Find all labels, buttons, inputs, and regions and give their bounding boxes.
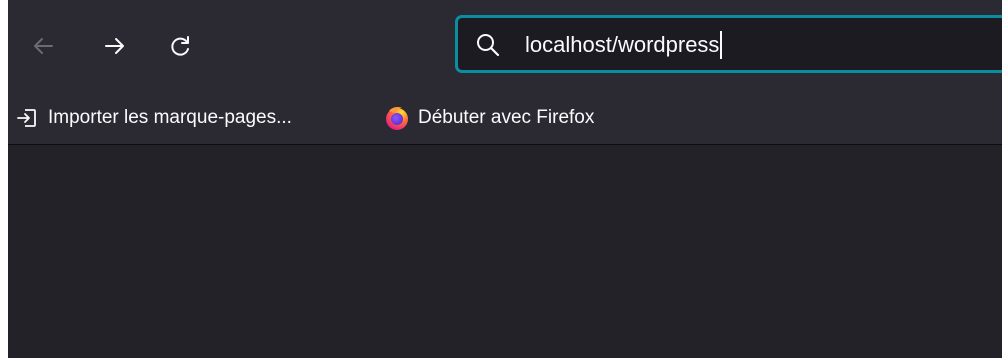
bookmark-import[interactable]: Importer les marque-pages... — [14, 104, 292, 132]
arrow-left-icon — [34, 38, 53, 54]
bookmark-firefox[interactable]: Débuter avec Firefox — [384, 104, 594, 132]
text-caret — [720, 30, 723, 59]
import-icon — [14, 105, 40, 131]
search-icon — [477, 34, 500, 57]
url-input[interactable]: localhost/wordpress — [525, 30, 723, 60]
reload-icon — [171, 36, 189, 56]
reload-button[interactable] — [160, 25, 202, 67]
page-content — [8, 145, 1002, 358]
arrow-right-icon — [105, 38, 124, 54]
bookmark-label: Débuter avec Firefox — [418, 107, 595, 128]
bookmark-label: Importer les marque-pages... — [48, 107, 292, 128]
firefox-icon — [384, 105, 410, 131]
navigation-toolbar: localhost/wordpress — [8, 0, 1002, 92]
url-bar[interactable]: localhost/wordpress — [455, 15, 1002, 73]
bookmarks-toolbar: Importer les marque-pages... Débuter ave… — [8, 92, 1002, 145]
back-button[interactable] — [22, 25, 64, 67]
url-value: localhost/wordpress — [525, 32, 720, 57]
forward-button[interactable] — [94, 25, 136, 67]
browser-window: localhost/wordpress Importer les marque-… — [8, 0, 1002, 358]
